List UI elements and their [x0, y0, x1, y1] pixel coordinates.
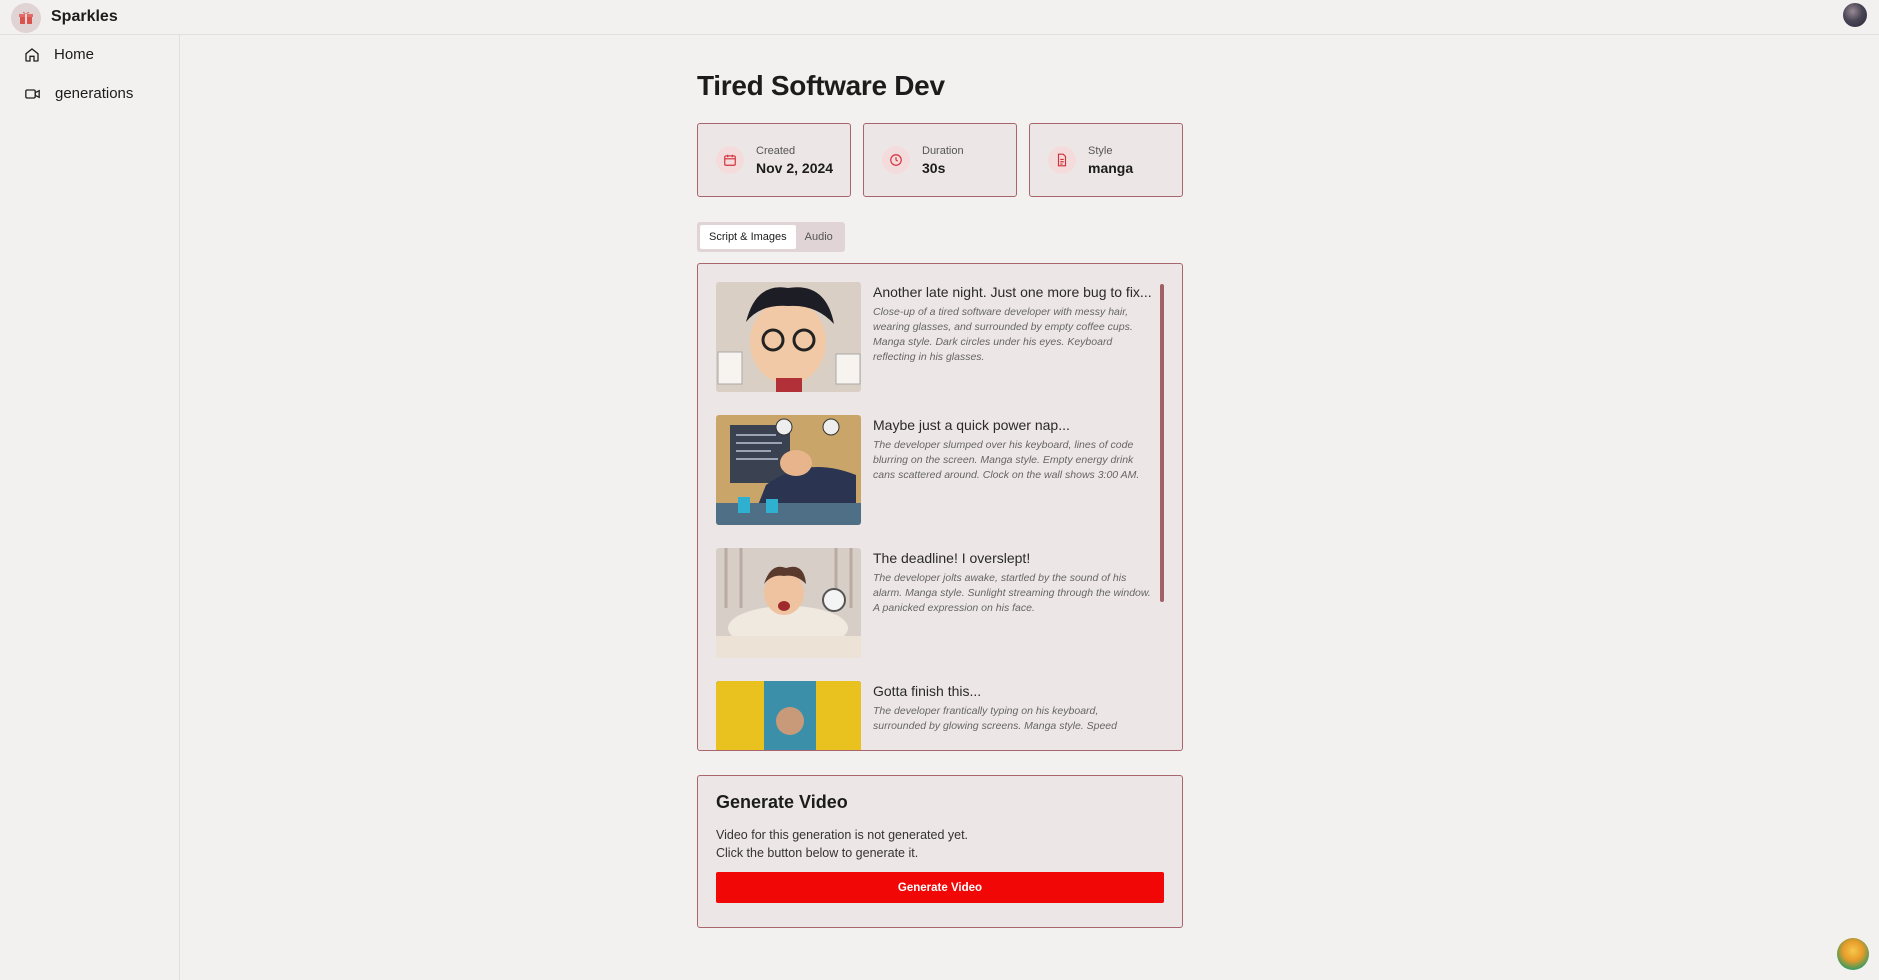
top-bar: Sparkles [0, 0, 1879, 35]
meta-label: Created [756, 144, 796, 157]
meta-card-style: Style manga [1029, 123, 1183, 197]
floating-assistant-button[interactable] [1837, 938, 1869, 970]
meta-label: Duration [922, 144, 964, 157]
scene-description: The developer slumped over his keyboard,… [873, 439, 1140, 481]
main-content: Tired Software Dev Created Nov 2, 2024 D… [697, 70, 1183, 928]
video-icon [25, 88, 40, 99]
scene-item: The deadline! I overslept! The developer… [716, 548, 1152, 681]
scene-title: The deadline! I overslept! [873, 550, 1031, 566]
sidebar-item-generations[interactable]: generations [0, 74, 179, 113]
scene-description: The developer frantically typing on his … [873, 705, 1117, 732]
tab-script-images[interactable]: Script & Images [700, 225, 796, 249]
sidebar: Home generations [0, 35, 180, 980]
generate-title: Generate Video [716, 792, 848, 812]
meta-label: Style [1088, 144, 1113, 157]
document-icon [1048, 146, 1076, 174]
tab-audio[interactable]: Audio [796, 225, 842, 249]
tab-bar: Script & Images Audio [697, 222, 845, 252]
scene-image [716, 681, 861, 750]
generate-video-button[interactable]: Generate Video [716, 872, 1164, 903]
clock-icon [882, 146, 910, 174]
app-logo[interactable] [11, 3, 41, 33]
page-title: Tired Software Dev [697, 70, 945, 101]
scrollbar-thumb[interactable] [1160, 284, 1164, 602]
calendar-icon [716, 146, 744, 174]
scene-item: Gotta finish this... The developer frant… [716, 681, 1152, 750]
meta-card-duration: Duration 30s [863, 123, 1017, 197]
meta-cards: Created Nov 2, 2024 Duration 30s Style m… [697, 123, 1183, 197]
sidebar-item-home[interactable]: Home [0, 35, 179, 74]
scene-title: Maybe just a quick power nap... [873, 417, 1070, 433]
sidebar-item-label: Home [54, 46, 95, 63]
scene-item: Maybe just a quick power nap... The deve… [716, 415, 1152, 548]
scene-title: Gotta finish this... [873, 683, 982, 699]
scene-image [716, 282, 861, 392]
app-title[interactable]: Sparkles [51, 8, 118, 26]
meta-value: 30s [922, 159, 946, 176]
scene-description: Close-up of a tired software developer w… [873, 306, 1133, 363]
gift-icon [19, 11, 33, 24]
meta-card-created: Created Nov 2, 2024 [697, 123, 851, 197]
sidebar-item-label: generations [55, 85, 134, 102]
meta-value: Nov 2, 2024 [756, 159, 834, 176]
generate-line-1: Video for this generation is not generat… [716, 828, 969, 842]
scene-title: Another late night. Just one more bug to… [873, 284, 1152, 300]
scene-image [716, 548, 861, 658]
generate-message: Video for this generation is not generat… [716, 826, 1164, 862]
home-icon [25, 47, 39, 62]
scene-description: The developer jolts awake, startled by t… [873, 572, 1151, 614]
scene-item: Another late night. Just one more bug to… [716, 282, 1152, 415]
meta-value: manga [1088, 159, 1134, 176]
user-avatar[interactable] [1843, 3, 1867, 27]
scene-image [716, 415, 861, 525]
generate-line-2: Click the button below to generate it. [716, 846, 919, 860]
scenes-list[interactable]: Another late night. Just one more bug to… [697, 263, 1183, 751]
generate-video-panel: Generate Video Video for this generation… [697, 775, 1183, 928]
